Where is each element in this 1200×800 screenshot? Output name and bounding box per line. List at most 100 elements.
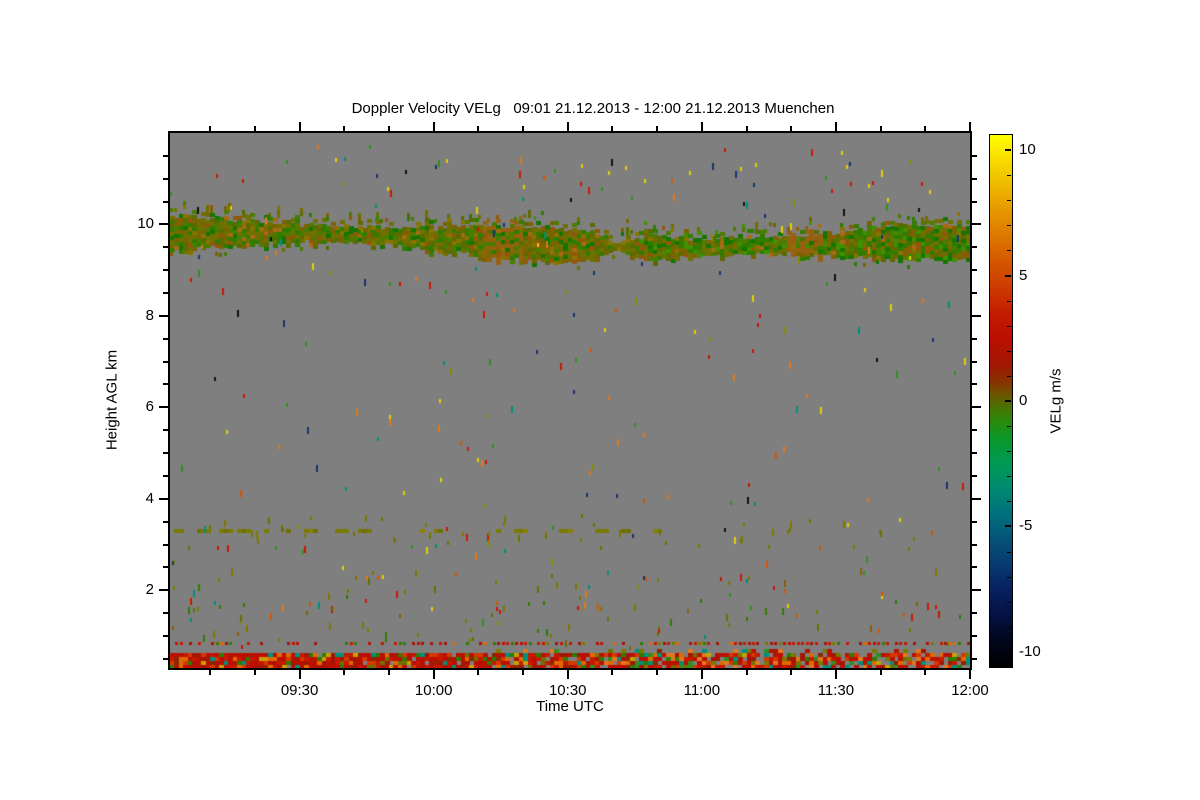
colorbar-minor-tick <box>1007 451 1011 453</box>
colorbar-tick-label: 10 <box>1019 141 1036 159</box>
y-minor-tick-right <box>972 246 977 249</box>
y-major-tick-right <box>972 406 981 409</box>
y-minor-tick-right <box>972 474 977 477</box>
colorbar-minor-tick <box>1007 626 1011 628</box>
colorbar-minor-tick <box>1007 200 1011 202</box>
y-minor-tick-right <box>972 429 977 432</box>
y-minor-tick-right <box>972 360 977 363</box>
y-tick-label: 4 <box>145 489 154 507</box>
y-minor-tick-right <box>972 612 977 615</box>
colorbar-major-tick <box>1005 149 1011 152</box>
y-minor-tick <box>163 200 168 203</box>
x-major-tick-top <box>834 122 837 131</box>
x-minor-tick-top <box>924 126 927 131</box>
x-major-tick <box>298 670 301 679</box>
y-minor-tick-right <box>972 177 977 180</box>
colorbar-tick-label: -10 <box>1019 642 1041 660</box>
colorbar-minor-tick <box>1007 250 1011 252</box>
x-minor-tick <box>387 670 390 675</box>
colorbar-minor-tick <box>1007 426 1011 428</box>
y-minor-tick <box>163 612 168 615</box>
y-major-tick <box>159 406 168 409</box>
y-minor-tick-right <box>972 292 977 295</box>
x-minor-tick <box>745 670 748 675</box>
y-minor-tick <box>163 246 168 249</box>
y-major-tick <box>159 497 168 500</box>
x-major-tick-top <box>432 122 435 131</box>
colorbar-major-tick <box>1005 525 1011 528</box>
x-minor-tick <box>343 670 346 675</box>
x-minor-tick-top <box>745 126 748 131</box>
colorbar-minor-tick <box>1007 225 1011 227</box>
y-minor-tick-right <box>972 154 977 157</box>
colorbar-minor-tick <box>1007 476 1011 478</box>
y-minor-tick <box>163 269 168 272</box>
y-minor-tick-right <box>972 657 977 660</box>
colorbar-minor-tick <box>1007 175 1011 177</box>
y-minor-tick-right <box>972 566 977 569</box>
y-major-tick <box>159 314 168 317</box>
x-major-tick-top <box>969 122 971 131</box>
x-minor-tick-top <box>879 126 882 131</box>
x-minor-tick-top <box>343 126 346 131</box>
x-minor-tick-top <box>209 126 212 131</box>
y-major-tick-right <box>972 223 981 226</box>
x-major-tick-top <box>566 122 569 131</box>
x-minor-tick <box>209 670 212 675</box>
x-minor-tick <box>656 670 659 675</box>
x-minor-tick <box>924 670 927 675</box>
y-tick-label: 8 <box>145 306 154 324</box>
y-minor-tick <box>163 292 168 295</box>
y-major-tick-right <box>972 314 981 317</box>
colorbar-minor-tick <box>1007 576 1011 578</box>
y-minor-tick <box>163 474 168 477</box>
y-minor-tick <box>163 566 168 569</box>
colorbar-minor-tick <box>1007 501 1011 503</box>
y-major-tick <box>159 589 168 592</box>
y-minor-tick <box>163 383 168 386</box>
colorbar-minor-tick <box>1007 325 1011 327</box>
x-minor-tick-top <box>656 126 659 131</box>
x-major-tick-top <box>700 122 703 131</box>
y-minor-tick <box>163 154 168 157</box>
x-major-tick <box>834 670 837 679</box>
y-tick-label: 10 <box>137 215 154 233</box>
y-major-tick-right <box>972 497 981 500</box>
x-minor-tick <box>253 670 256 675</box>
x-tick-label: 11:00 <box>683 682 721 699</box>
x-minor-tick <box>790 670 793 675</box>
y-minor-tick-right <box>972 520 977 523</box>
x-tick-label: 12:00 <box>951 682 989 699</box>
y-minor-tick <box>163 543 168 546</box>
x-axis-label: Time UTC <box>536 698 604 715</box>
colorbar-major-tick <box>1005 650 1011 653</box>
y-minor-tick-right <box>972 383 977 386</box>
y-minor-tick <box>163 177 168 180</box>
x-major-tick <box>700 670 703 679</box>
x-minor-tick-top <box>477 126 480 131</box>
x-tick-label: 11:30 <box>817 682 855 699</box>
x-minor-tick <box>477 670 480 675</box>
colorbar-minor-tick <box>1007 350 1011 352</box>
colorbar-minor-tick <box>1007 551 1011 553</box>
x-major-tick-top <box>298 122 301 131</box>
x-minor-tick-top <box>611 126 614 131</box>
x-major-tick <box>432 670 435 679</box>
colorbar-tick-label: 0 <box>1019 392 1028 409</box>
y-tick-label: 6 <box>145 398 154 416</box>
chart-title: Doppler Velocity VELg 09:01 21.12.2013 -… <box>351 100 835 117</box>
y-minor-tick-right <box>972 634 977 637</box>
colorbar-tick-label: -5 <box>1019 517 1033 535</box>
y-tick-label: 2 <box>145 581 154 599</box>
y-minor-tick <box>163 657 168 660</box>
x-minor-tick-top <box>253 126 256 131</box>
colorbar-major-tick <box>1005 274 1011 277</box>
x-minor-tick <box>879 670 882 675</box>
x-minor-tick <box>611 670 614 675</box>
y-minor-tick <box>163 337 168 340</box>
y-minor-tick <box>163 452 168 455</box>
colorbar-major-tick <box>1005 400 1011 402</box>
x-minor-tick-top <box>790 126 793 131</box>
x-minor-tick-top <box>387 126 390 131</box>
y-minor-tick-right <box>972 543 977 546</box>
